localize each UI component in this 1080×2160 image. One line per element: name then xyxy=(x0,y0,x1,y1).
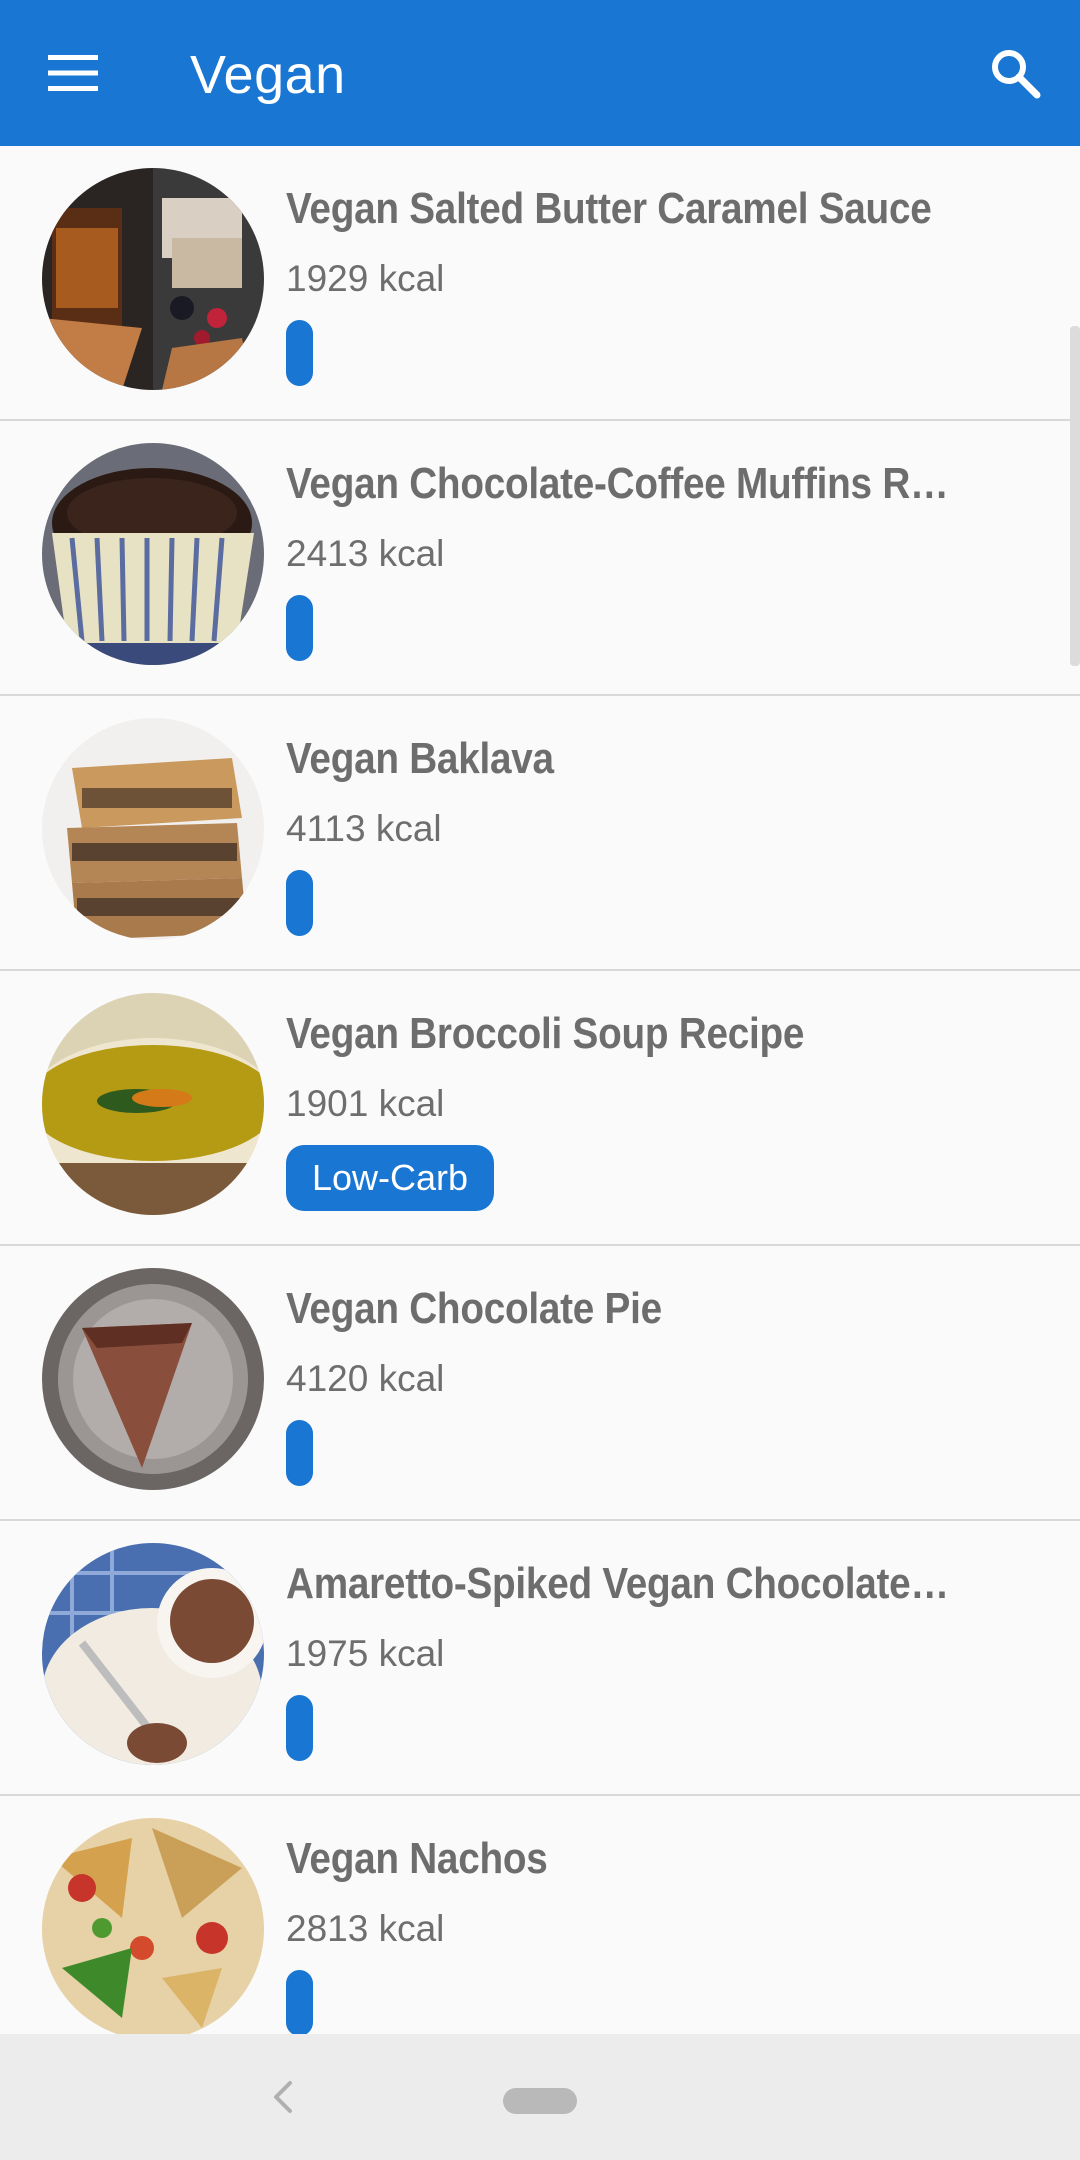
recipe-calories: 2813 kcal xyxy=(286,1908,445,1949)
recipe-row-baklava[interactable]: Vegan Baklava 4113 kcal xyxy=(0,696,1080,971)
recipe-calories: 1975 kcal xyxy=(286,1633,445,1674)
recipe-title: Vegan Broccoli Soup Recipe xyxy=(286,1009,805,1058)
recipe-row-chocolate-pie[interactable]: Vegan Chocolate Pie 4120 kcal xyxy=(0,1246,1080,1521)
search-icon[interactable] xyxy=(980,38,1050,108)
diet-tag xyxy=(286,320,313,386)
diet-tag-low-carb: Low-Carb xyxy=(286,1145,495,1211)
recipe-thumbnail xyxy=(42,1543,264,1765)
recipe-title: Vegan Salted Butter Caramel Sauce xyxy=(286,184,932,233)
hamburger-menu-icon[interactable] xyxy=(42,44,104,102)
diet-tag xyxy=(286,1970,313,2034)
recipe-title: Vegan Baklava xyxy=(286,734,554,783)
recipe-calories: 1901 kcal xyxy=(286,1083,445,1124)
recipe-thumbnail xyxy=(42,1818,264,2034)
recipe-calories: 4113 kcal xyxy=(286,808,442,849)
recipe-row-amaretto-chocolate-mousse[interactable]: Amaretto-Spiked Vegan Chocolate Mo… 1975… xyxy=(0,1521,1080,1796)
app-bar: Vegan xyxy=(0,0,1080,146)
recipe-title: Vegan Chocolate-Coffee Muffins Reci… xyxy=(286,459,955,508)
recipe-row-broccoli-soup[interactable]: Vegan Broccoli Soup Recipe 1901 kcal Low… xyxy=(0,971,1080,1246)
recipe-title: Vegan Chocolate Pie xyxy=(286,1284,662,1333)
recipe-thumbnail xyxy=(42,993,264,1215)
system-navigation-bar xyxy=(0,2034,1080,2160)
back-chevron-icon[interactable] xyxy=(258,2070,308,2124)
recipe-row-caramel-sauce[interactable]: Vegan Salted Butter Caramel Sauce 1929 k… xyxy=(0,146,1080,421)
recipe-thumbnail xyxy=(42,168,264,390)
recipe-title: Amaretto-Spiked Vegan Chocolate Mo… xyxy=(286,1559,955,1608)
recipe-thumbnail xyxy=(42,718,264,940)
scrollbar-thumb[interactable] xyxy=(1070,326,1080,666)
diet-tag xyxy=(286,1420,313,1486)
page-title: Vegan xyxy=(190,45,346,105)
recipe-row-nachos[interactable]: Vegan Nachos 2813 kcal xyxy=(0,1796,1080,2034)
recipe-row-chocolate-coffee-muffins[interactable]: Vegan Chocolate-Coffee Muffins Reci… 241… xyxy=(0,421,1080,696)
home-pill-icon[interactable] xyxy=(503,2088,577,2114)
diet-tag xyxy=(286,870,313,936)
recipe-title: Vegan Nachos xyxy=(286,1834,548,1883)
recipe-thumbnail xyxy=(42,443,264,665)
recipe-thumbnail xyxy=(42,1268,264,1490)
recipe-calories: 1929 kcal xyxy=(286,258,445,299)
recipe-calories: 2413 kcal xyxy=(286,533,445,574)
diet-tag xyxy=(286,1695,313,1761)
diet-tag xyxy=(286,595,313,661)
recipe-list[interactable]: Vegan Salted Butter Caramel Sauce 1929 k… xyxy=(0,146,1080,2034)
recipe-calories: 4120 kcal xyxy=(286,1358,445,1399)
